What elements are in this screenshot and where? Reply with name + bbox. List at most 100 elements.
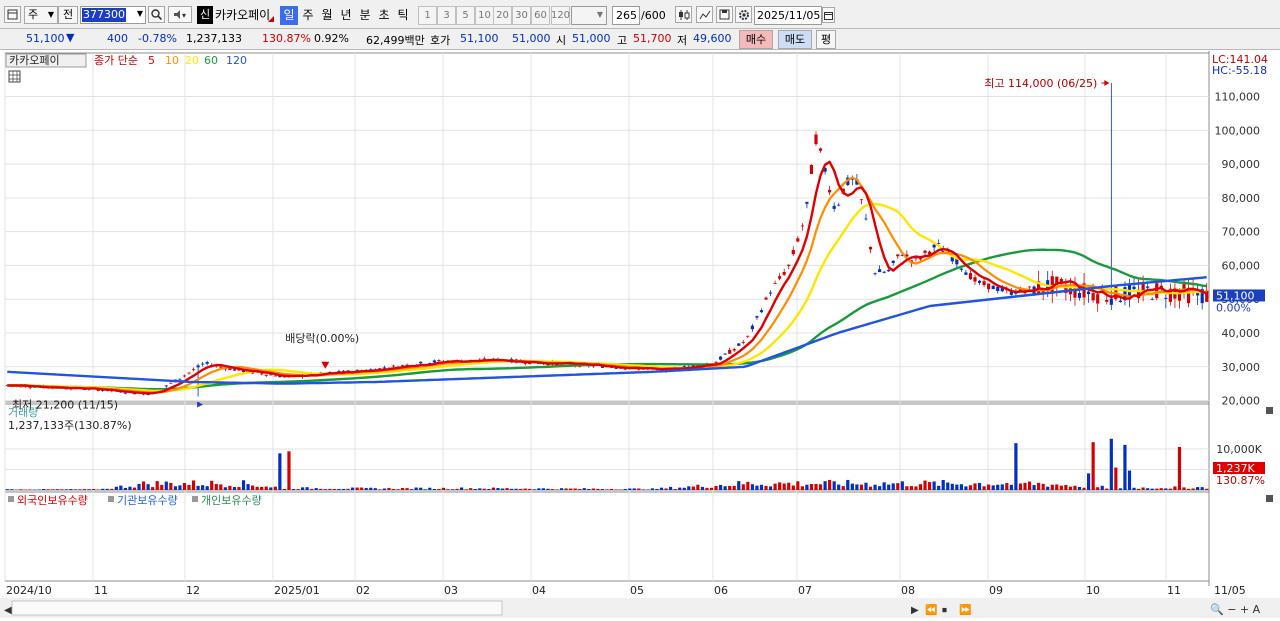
volume-bar bbox=[64, 489, 68, 490]
candle-body bbox=[432, 360, 436, 363]
date-input[interactable]: 2025/11/05 bbox=[754, 6, 822, 25]
period-tab-0[interactable]: 일 bbox=[280, 6, 298, 25]
volume-bar bbox=[550, 489, 555, 490]
candle-body bbox=[714, 362, 718, 363]
volume-value: 1,237,133 bbox=[186, 32, 242, 45]
period-tab-2[interactable]: 월 bbox=[318, 6, 336, 25]
period-tab-5[interactable]: 초 bbox=[375, 6, 393, 25]
volume-bar bbox=[1114, 467, 1118, 490]
count-input[interactable]: 265 bbox=[612, 6, 640, 25]
candle-body bbox=[996, 286, 1000, 292]
prev-button[interactable]: 전 bbox=[58, 6, 78, 24]
volume-bar bbox=[696, 484, 700, 490]
volume-bar bbox=[891, 483, 895, 490]
legend-swatch-0 bbox=[8, 496, 14, 502]
volume-bar bbox=[955, 484, 959, 490]
period-tab-1[interactable]: 주 bbox=[299, 6, 317, 25]
gear-icon[interactable] bbox=[735, 6, 752, 23]
sound-icon[interactable]: ▾ bbox=[168, 6, 192, 23]
buy-button[interactable]: 매수 bbox=[739, 30, 773, 49]
volume-bar bbox=[1077, 486, 1082, 490]
volume-bar bbox=[918, 484, 923, 490]
volume-bar bbox=[5, 489, 9, 490]
volume-bar bbox=[700, 486, 705, 490]
scroll-track bbox=[11, 600, 503, 616]
volume-bar bbox=[609, 488, 614, 490]
volume-bar bbox=[832, 481, 836, 490]
volume-bar bbox=[868, 486, 873, 490]
open-price: 51,000 bbox=[572, 32, 611, 45]
volume-bar bbox=[214, 484, 218, 490]
interval-60[interactable]: 60 bbox=[531, 6, 550, 25]
ask-price: 51,100 bbox=[460, 32, 499, 45]
period-tab-4[interactable]: 분 bbox=[356, 6, 374, 25]
avg-button[interactable]: 평 bbox=[816, 30, 836, 49]
volume-bar bbox=[1132, 487, 1136, 490]
period-tab-3[interactable]: 년 bbox=[337, 6, 355, 25]
price-tick-label: 80,000 bbox=[1222, 192, 1261, 205]
volume-bar bbox=[123, 487, 127, 490]
volume-bar bbox=[941, 480, 945, 490]
volume-bar bbox=[201, 485, 205, 490]
x-axis-label: 2025/01 bbox=[274, 584, 320, 597]
volume-bar bbox=[423, 489, 427, 490]
interval-3[interactable]: 3 bbox=[437, 6, 456, 25]
stock-code-field[interactable]: 377300 ▼ bbox=[80, 6, 146, 24]
interval-20[interactable]: 20 bbox=[493, 6, 512, 25]
price-tick-label: 70,000 bbox=[1222, 226, 1261, 239]
volume-bar bbox=[1050, 484, 1054, 490]
calendar-icon[interactable] bbox=[822, 7, 835, 23]
period-tab-6[interactable]: 틱 bbox=[394, 6, 412, 25]
candle-body bbox=[382, 367, 386, 369]
volume-bar bbox=[937, 485, 941, 490]
line-tool-icon[interactable] bbox=[696, 6, 713, 23]
candle-body bbox=[732, 349, 736, 351]
volume-bar bbox=[959, 484, 963, 490]
interval-1[interactable]: 1 bbox=[418, 6, 437, 25]
holdings-legend-2: 개인보유수량 bbox=[201, 494, 262, 507]
interval-120[interactable]: 120 bbox=[551, 6, 570, 25]
volume-bar bbox=[1164, 488, 1168, 490]
volume-bar bbox=[505, 488, 509, 490]
volume-bar bbox=[837, 484, 841, 490]
market-select-label: 주 bbox=[28, 8, 39, 21]
volume-bar bbox=[1027, 481, 1032, 490]
volume-panel bbox=[5, 438, 1209, 490]
volume-bar bbox=[519, 488, 523, 490]
search-icon[interactable] bbox=[148, 6, 165, 23]
volume-bar bbox=[1005, 483, 1009, 490]
volume-bar bbox=[1155, 488, 1159, 490]
stock-chart[interactable]: 2024/10 11 12 2025/01 02 03 04 05 06 07 08 09 10 11 11… bbox=[0, 51, 1280, 621]
sell-button[interactable]: 매도 bbox=[778, 30, 812, 49]
volume-bar bbox=[10, 489, 14, 490]
x-axis-label: 08 bbox=[901, 584, 915, 597]
credit-badge: 신 bbox=[197, 6, 213, 24]
market-select[interactable]: 주 ▼ bbox=[24, 6, 58, 24]
candle-body bbox=[768, 292, 773, 294]
interval-custom-select[interactable]: ▼ bbox=[571, 6, 607, 25]
volume-bar bbox=[559, 488, 564, 490]
candle-type-icon[interactable] bbox=[675, 6, 692, 23]
candle-body bbox=[891, 260, 895, 263]
code-dropdown-icon[interactable]: ▼ bbox=[137, 9, 143, 18]
ma60-line bbox=[7, 248, 1207, 391]
candle-body bbox=[959, 268, 963, 270]
candle-body bbox=[809, 165, 814, 174]
save-icon[interactable] bbox=[716, 6, 733, 23]
interval-30[interactable]: 30 bbox=[512, 6, 531, 25]
volume-bar bbox=[110, 488, 114, 490]
volume-bar bbox=[1159, 488, 1163, 490]
window-menu-icon[interactable] bbox=[4, 6, 21, 23]
volume-bar bbox=[1191, 488, 1195, 490]
stock-code-input[interactable]: 377300 bbox=[82, 8, 126, 22]
volume-bar bbox=[319, 488, 323, 490]
volume-bar bbox=[487, 488, 491, 490]
volume-bar bbox=[210, 480, 214, 490]
ma10-line bbox=[7, 176, 1207, 394]
interval-5[interactable]: 5 bbox=[456, 6, 475, 25]
volume-bar bbox=[441, 487, 446, 490]
volume-bar bbox=[1182, 487, 1186, 490]
candle-body bbox=[728, 349, 732, 354]
price-tick-label: 90,000 bbox=[1222, 158, 1261, 171]
interval-10[interactable]: 10 bbox=[475, 6, 494, 25]
